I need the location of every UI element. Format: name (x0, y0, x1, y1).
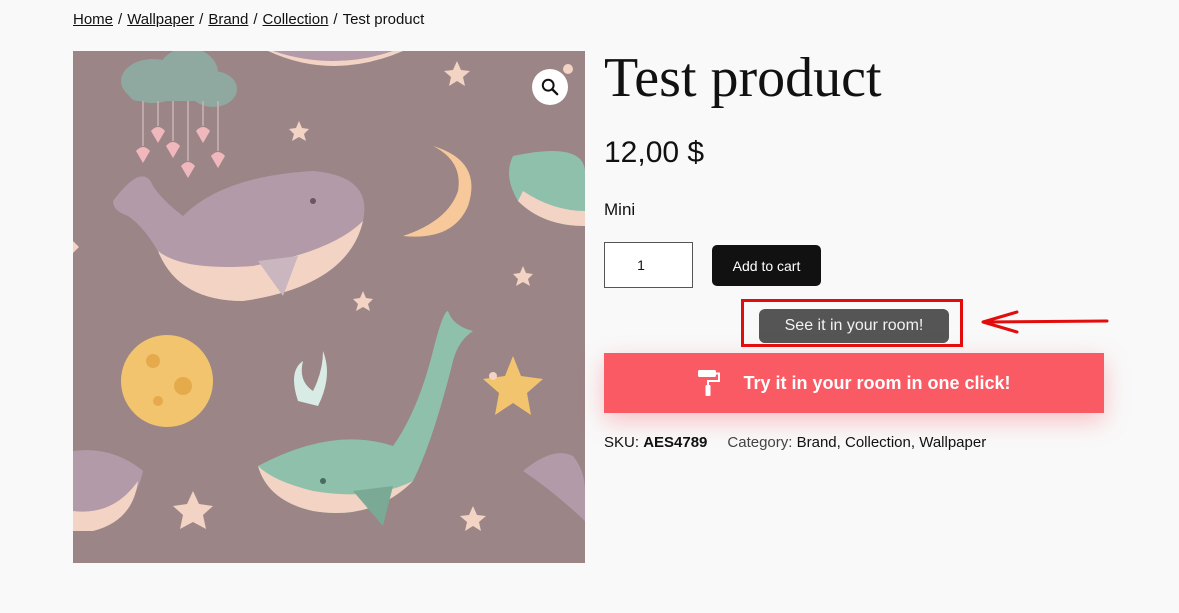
add-to-cart-button[interactable]: Add to cart (712, 245, 821, 286)
product-price: 12,00 $ (604, 136, 705, 169)
product-title: Test product (604, 47, 882, 109)
sku-label: SKU: (604, 434, 640, 451)
category-link-collection[interactable]: Collection (845, 434, 911, 451)
category-link-brand[interactable]: Brand (797, 434, 837, 451)
category-separator: , (836, 434, 841, 451)
category-separator: , (910, 434, 916, 451)
breadcrumb: Home / Wallpaper / Brand / Collection / … (73, 11, 424, 28)
breadcrumb-current: Test product (342, 11, 425, 28)
breadcrumb-brand[interactable]: Brand (208, 11, 248, 28)
whale-pattern-illustration (73, 51, 585, 563)
breadcrumb-collection[interactable]: Collection (263, 11, 329, 28)
try-in-room-button[interactable]: Try it in your room in one click! (604, 353, 1104, 413)
see-it-in-your-room-button[interactable]: See it in your room! (759, 309, 949, 343)
breadcrumb-separator: / (333, 11, 338, 28)
arrow-left-icon (981, 310, 1109, 334)
sku: SKU: AES4789 (604, 434, 707, 451)
breadcrumb-home[interactable]: Home (73, 11, 113, 28)
magnifier-icon (541, 78, 559, 96)
category-link-wallpaper[interactable]: Wallpaper (919, 434, 986, 451)
breadcrumb-separator: / (199, 11, 204, 28)
breadcrumb-separator: / (118, 11, 123, 28)
sku-value: AES4789 (643, 434, 708, 451)
zoom-button[interactable] (532, 69, 568, 105)
try-in-room-label: Try it in your room in one click! (743, 372, 1011, 393)
product-image[interactable] (73, 51, 585, 563)
quantity-input[interactable] (604, 242, 693, 288)
category-label: Category: (727, 434, 793, 451)
breadcrumb-separator: / (253, 11, 258, 28)
product-variant: Mini (604, 200, 636, 219)
product-meta: SKU: AES4789 Category: Brand, Collection… (604, 434, 986, 451)
paint-roller-icon (698, 370, 721, 396)
breadcrumb-wallpaper[interactable]: Wallpaper (127, 11, 194, 28)
categories: Category: Brand, Collection, Wallpaper (727, 434, 986, 451)
